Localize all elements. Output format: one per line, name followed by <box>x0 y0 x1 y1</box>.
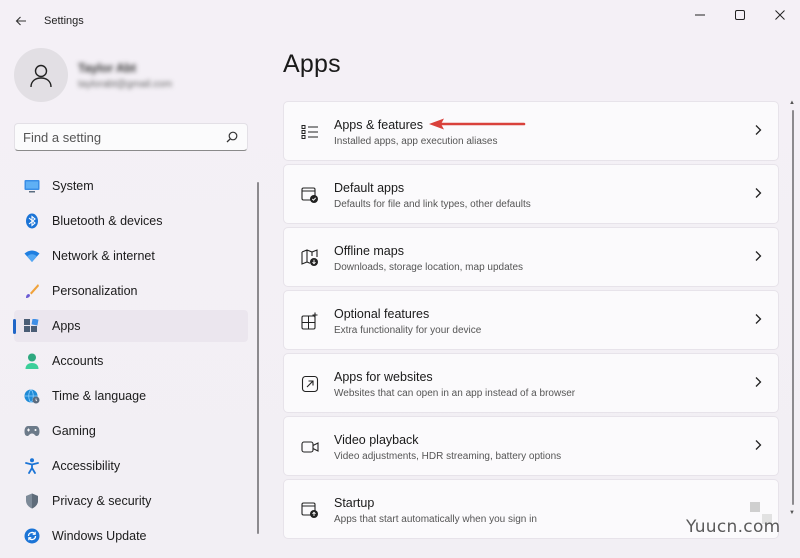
main-scrollbar[interactable]: ▲ ▼ <box>789 100 795 518</box>
card-apps-features[interactable]: Apps & features Installed apps, app exec… <box>283 101 779 161</box>
sidebar-item-label: Accounts <box>52 354 104 368</box>
sidebar-scrollbar[interactable] <box>257 182 259 534</box>
sidebar-item-apps[interactable]: Apps <box>13 310 248 342</box>
avatar[interactable] <box>14 48 68 102</box>
chevron-right-icon <box>755 125 762 135</box>
chevron-right-icon <box>755 314 762 324</box>
card-title: Default apps <box>334 181 405 195</box>
search-icon[interactable] <box>226 131 238 143</box>
sidebar-item-label: Personalization <box>52 284 138 298</box>
person-icon <box>24 353 40 369</box>
sidebar-item-accessibility[interactable]: Accessibility <box>14 450 248 482</box>
close-icon <box>775 10 785 20</box>
user-icon <box>30 64 52 88</box>
watermark-logo <box>750 502 760 512</box>
chevron-right-icon <box>755 440 762 450</box>
card-default-apps[interactable]: Default apps Defaults for file and link … <box>283 164 779 224</box>
sidebar-item-label: Time & language <box>52 389 147 403</box>
globe-clock-icon <box>24 388 40 404</box>
sidebar-item-label: Apps <box>52 319 81 333</box>
video-icon <box>300 437 320 457</box>
settings-cards: Apps & features Installed apps, app exec… <box>283 101 779 542</box>
sidebar-item-time-language[interactable]: Time & language <box>14 380 248 412</box>
sidebar-item-label: Privacy & security <box>52 494 152 508</box>
apps-icon <box>24 318 40 334</box>
sidebar-nav: System Bluetooth & devices Network & int… <box>13 170 248 555</box>
sidebar-item-personalization[interactable]: Personalization <box>14 275 248 307</box>
card-title: Apps for websites <box>334 370 433 384</box>
search-box[interactable] <box>14 123 248 151</box>
maximize-icon <box>735 10 745 20</box>
card-offline-maps[interactable]: Offline maps Downloads, storage location… <box>283 227 779 287</box>
accessibility-icon <box>24 458 40 474</box>
scroll-down-icon[interactable]: ▼ <box>789 510 795 516</box>
page-title: Apps <box>283 50 341 78</box>
default-apps-icon <box>300 185 320 205</box>
watermark: Yuucn.com <box>686 517 781 537</box>
card-title: Startup <box>334 496 375 510</box>
card-subtitle: Apps that start automatically when you s… <box>334 514 537 525</box>
shield-icon <box>24 493 40 509</box>
startup-icon <box>300 500 320 520</box>
card-subtitle: Defaults for file and link types, other … <box>334 199 531 210</box>
back-button[interactable] <box>8 8 34 34</box>
card-subtitle: Installed apps, app execution aliases <box>334 136 498 147</box>
brush-icon <box>24 283 40 299</box>
close-button[interactable] <box>764 4 796 26</box>
apps-list-icon <box>300 122 320 142</box>
sidebar-item-accounts[interactable]: Accounts <box>14 345 248 377</box>
card-optional-features[interactable]: Optional features Extra functionality fo… <box>283 290 779 350</box>
wifi-icon <box>24 248 40 264</box>
annotation-arrow <box>429 118 526 130</box>
bluetooth-icon <box>24 213 40 229</box>
sidebar-item-label: Network & internet <box>52 249 155 263</box>
app-title: Settings <box>44 15 84 27</box>
monitor-icon <box>24 178 40 194</box>
card-video-playback[interactable]: Video playback Video adjustments, HDR st… <box>283 416 779 476</box>
card-subtitle: Video adjustments, HDR streaming, batter… <box>334 451 562 462</box>
sidebar-item-windows-update[interactable]: Windows Update <box>14 520 248 552</box>
card-title: Video playback <box>334 433 419 447</box>
open-external-icon <box>300 374 320 394</box>
card-title: Optional features <box>334 307 430 321</box>
sidebar-item-system[interactable]: System <box>14 170 248 202</box>
scrollbar-thumb[interactable] <box>792 110 794 505</box>
map-download-icon <box>300 248 320 268</box>
sidebar-item-network[interactable]: Network & internet <box>14 240 248 272</box>
chevron-right-icon <box>755 251 762 261</box>
sidebar-item-label: Gaming <box>52 424 96 438</box>
sidebar-item-label: System <box>52 179 94 193</box>
gamepad-icon <box>24 423 40 439</box>
add-grid-icon <box>300 311 320 331</box>
sidebar-item-gaming[interactable]: Gaming <box>14 415 248 447</box>
chevron-right-icon <box>755 377 762 387</box>
title-bar: Settings <box>0 0 800 42</box>
settings-window: Settings Taylor Abt taylorabt@gmail.com <box>0 0 800 558</box>
card-title: Apps & features <box>334 118 423 132</box>
sidebar-item-label: Windows Update <box>52 529 147 543</box>
maximize-button[interactable] <box>724 4 756 26</box>
sidebar-item-label: Bluetooth & devices <box>52 214 163 228</box>
sidebar-item-label: Accessibility <box>52 459 121 473</box>
back-arrow-icon <box>15 16 26 26</box>
chevron-right-icon <box>755 188 762 198</box>
card-apps-for-websites[interactable]: Apps for websites Websites that can open… <box>283 353 779 413</box>
scroll-up-icon[interactable]: ▲ <box>789 100 795 106</box>
card-title: Offline maps <box>334 244 404 258</box>
card-subtitle: Downloads, storage location, map updates <box>334 262 524 273</box>
minimize-button[interactable] <box>684 4 716 26</box>
profile-email: taylorabt@gmail.com <box>78 79 173 90</box>
card-subtitle: Websites that can open in an app instead… <box>334 388 576 399</box>
sidebar-item-bluetooth[interactable]: Bluetooth & devices <box>14 205 248 237</box>
profile-name: Taylor Abt <box>78 61 137 75</box>
card-subtitle: Extra functionality for your device <box>334 325 482 336</box>
minimize-icon <box>695 14 705 16</box>
update-icon <box>24 528 40 544</box>
sidebar-item-privacy[interactable]: Privacy & security <box>14 485 248 517</box>
search-input[interactable] <box>23 129 223 146</box>
